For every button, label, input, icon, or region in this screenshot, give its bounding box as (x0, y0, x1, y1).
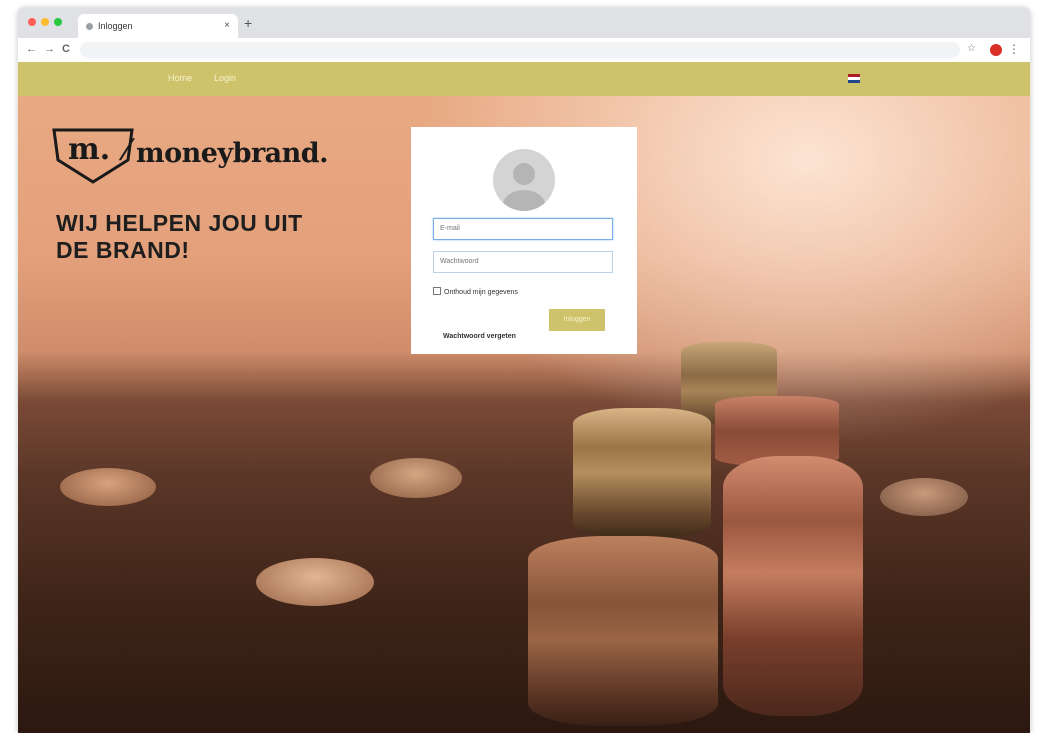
browser-menu-icon[interactable]: ⋮ (1008, 42, 1020, 56)
profile-avatar[interactable] (990, 44, 1002, 56)
maximize-window-dot[interactable] (54, 18, 62, 26)
coin-image (880, 478, 968, 516)
back-icon[interactable]: ← (26, 43, 37, 55)
tab-close-icon[interactable]: × (224, 14, 230, 38)
brand-logo[interactable]: m. / moneybrand. (52, 126, 352, 186)
slogan-line: WIJ HELPEN JOU UIT (56, 210, 303, 236)
forward-icon[interactable]: → (44, 43, 55, 55)
browser-toolbar: ← → C ☆ ⋮ (18, 38, 1030, 62)
forgot-password-link[interactable]: Wachtwoord vergeten (443, 333, 516, 340)
hero-background: m. / moneybrand. WIJ HELPEN JOU UIT DE B… (18, 96, 1030, 733)
favicon-icon (86, 23, 93, 30)
website: Home Login m. / moneybrand. WIJ HELPEN J… (18, 62, 1030, 733)
coin-stack-image (528, 536, 718, 726)
brand-name: moneybrand. (136, 138, 329, 169)
login-card: E-mail Wachtwoord Onthoud mijn gegevens … (411, 127, 637, 354)
remember-label: Onthoud mijn gegevens (444, 289, 518, 296)
site-navbar: Home Login (18, 62, 1030, 96)
close-window-dot[interactable] (28, 18, 36, 26)
password-field[interactable]: Wachtwoord (433, 251, 613, 273)
hero-slogan: WIJ HELPEN JOU UIT DE BRAND! (56, 210, 356, 264)
dutch-flag-icon[interactable] (848, 74, 860, 83)
coin-image (60, 468, 156, 506)
tab-title: Inloggen (98, 21, 133, 31)
browser-window: Inloggen × + ← → C ☆ ⋮ Home Login m. / m… (18, 8, 1030, 733)
nav-link-home[interactable]: Home (168, 73, 192, 83)
remember-me[interactable]: Onthoud mijn gegevens (433, 287, 518, 296)
address-bar[interactable] (80, 42, 960, 58)
new-tab-button[interactable]: + (244, 15, 252, 31)
coin-image (370, 458, 462, 498)
coin-stack-image (723, 456, 863, 716)
reload-icon[interactable]: C (62, 43, 70, 55)
email-field[interactable]: E-mail (433, 218, 613, 240)
login-button[interactable]: Inloggen (549, 309, 605, 331)
coin-stack-image (573, 408, 711, 538)
nav-link-login[interactable]: Login (214, 73, 236, 83)
coin-image (256, 558, 374, 606)
logo-mark: m. (68, 132, 111, 167)
tab-strip: Inloggen × + (18, 8, 1030, 38)
remember-checkbox[interactable] (433, 287, 441, 295)
minimize-window-dot[interactable] (41, 18, 49, 26)
browser-tab[interactable]: Inloggen × (78, 14, 238, 38)
user-avatar-icon (493, 149, 555, 211)
slogan-line: DE BRAND! (56, 237, 190, 263)
bookmark-star-icon[interactable]: ☆ (967, 43, 976, 54)
